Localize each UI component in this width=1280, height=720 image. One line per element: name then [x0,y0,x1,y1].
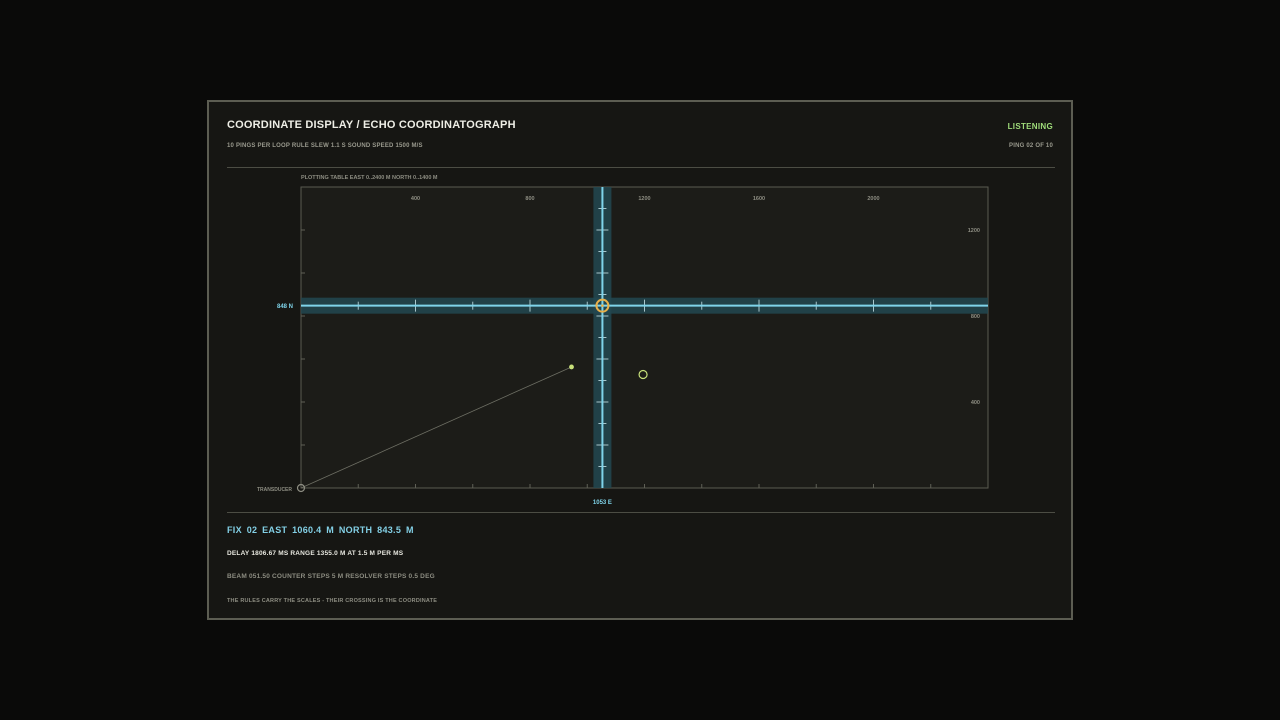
east-tick-label: 1600 [753,196,765,202]
readout-divider [227,512,1055,513]
coordinatograph-panel: COORDINATE DISPLAY / ECHO COORDINATOGRAP… [207,100,1073,620]
delay-readout: DELAY 1806.67 MS RANGE 1355.0 M AT 1.5 M… [227,550,404,557]
north-tick-label: 800 [971,314,980,320]
footnote: THE RULES CARRY THE SCALES - THEIR CROSS… [227,598,438,604]
transducer-label: TRANSDUCER [257,487,292,493]
east-tick-label: 1200 [638,196,650,202]
echo-point [569,364,574,370]
north-rule-label: 848 N [277,304,293,310]
plot-caption: PLOTTING TABLE EAST 0..2400 M NORTH 0..1… [301,175,438,181]
rule-crossing-dot [601,304,604,307]
east-tick-label: 2000 [867,196,879,202]
east-tick-label: 800 [525,196,534,202]
plotting-table-svg: PLOTTING TABLE EAST 0..2400 M NORTH 0..1… [257,175,989,506]
plot-area[interactable] [300,186,989,489]
fix-readout: FIX 02 EAST 1060.4 M NORTH 843.5 M [227,525,414,535]
beam-readout: BEAM 051.50 COUNTER STEPS 5 M RESOLVER S… [227,573,435,580]
north-tick-label: 400 [971,400,980,406]
east-tick-label: 400 [411,196,420,202]
east-rule-label: 1053 E [593,500,612,506]
north-tick-label: 1200 [968,228,980,234]
